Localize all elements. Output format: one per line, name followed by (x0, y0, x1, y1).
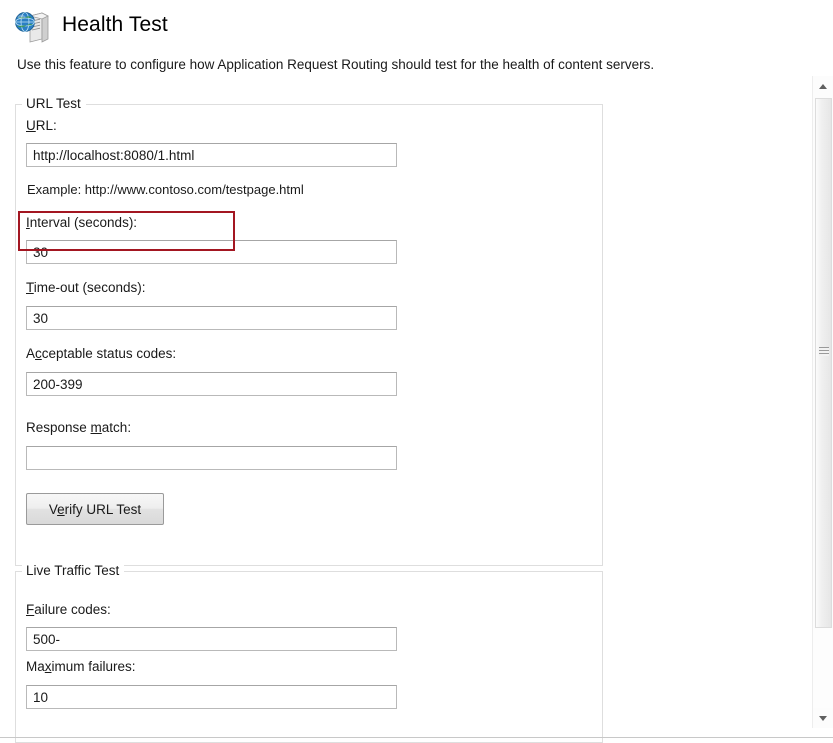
content-area: URL Test URL: Example: http://www.contos… (0, 76, 795, 743)
page-description: Use this feature to configure how Applic… (17, 57, 655, 72)
failure-codes-input[interactable] (26, 627, 397, 651)
response-match-label: Response match: (26, 420, 132, 435)
acceptable-status-codes-input[interactable] (26, 372, 397, 396)
server-globe-icon (14, 11, 52, 45)
maximum-failures-input[interactable] (26, 685, 397, 709)
acceptable-status-codes-label: Acceptable status codes: (26, 346, 177, 361)
scroll-up-arrow-button[interactable] (813, 76, 833, 96)
timeout-input[interactable] (26, 306, 397, 330)
chevron-down-icon (819, 715, 827, 721)
verify-url-test-button[interactable]: Verify URL Test (26, 493, 164, 525)
page-title: Health Test (62, 13, 168, 36)
vertical-scrollbar[interactable] (812, 76, 833, 728)
interval-label: Interval (seconds): (26, 215, 138, 230)
response-match-input[interactable] (26, 446, 397, 470)
scroll-down-arrow-button[interactable] (813, 708, 833, 728)
page-header: Health Test Use this feature to configur… (0, 0, 833, 72)
groupbox-url-test-legend: URL Test (22, 96, 86, 111)
groupbox-live-traffic-test-legend: Live Traffic Test (22, 563, 125, 578)
scrollbar-thumb[interactable] (815, 98, 832, 628)
timeout-label: Time-out (seconds): (26, 280, 146, 295)
maximum-failures-label: Maximum failures: (26, 659, 136, 674)
url-input[interactable] (26, 143, 397, 167)
interval-input[interactable] (26, 240, 397, 264)
chevron-up-icon (819, 83, 827, 89)
failure-codes-label: Failure codes: (26, 602, 111, 617)
url-example-hint: Example: http://www.contoso.com/testpage… (27, 182, 304, 197)
scrollbar-thumb-grip-icon (819, 347, 829, 356)
scrollbar-track-below[interactable] (813, 628, 833, 708)
url-label: URL: (26, 118, 57, 133)
groupbox-live-traffic-test (15, 571, 603, 743)
